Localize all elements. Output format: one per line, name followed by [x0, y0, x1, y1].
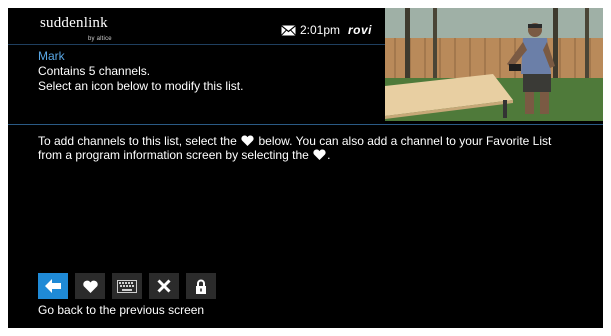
- rovi-logo-text: rovi: [348, 23, 373, 37]
- mail-icon: [281, 25, 296, 36]
- list-info: Mark Contains 5 channels. Select an icon…: [38, 49, 243, 94]
- video-preview-image: [385, 8, 603, 121]
- list-name: Mark: [38, 49, 65, 63]
- rovi-logo: rovi: [348, 22, 372, 38]
- instructions-part-1: To add channels to this list, select the: [38, 134, 237, 148]
- logo-text: suddenlink: [40, 15, 108, 31]
- back-button[interactable]: [38, 273, 68, 299]
- rename-button[interactable]: [112, 273, 142, 299]
- header-bar: suddenlink by altice 2:01pm rovi: [8, 8, 385, 45]
- selected-button-caption: Go back to the previous screen: [38, 303, 205, 317]
- heart-icon: [82, 280, 98, 293]
- heart-icon: [241, 135, 254, 146]
- video-preview: [385, 8, 603, 121]
- heart-icon: [313, 149, 326, 160]
- instructions-part-3: .: [327, 148, 331, 162]
- clock-time: 2:01pm: [300, 23, 341, 37]
- logo-byline: by altice: [88, 36, 112, 42]
- tv-screen: suddenlink by altice 2:01pm rovi Mark Co…: [8, 8, 603, 328]
- divider: [8, 124, 603, 125]
- suddenlink-logo: suddenlink by altice: [40, 15, 112, 42]
- modify-prompt: Select an icon below to modify this list…: [38, 79, 244, 93]
- lock-icon: [196, 279, 206, 294]
- close-icon: [157, 279, 171, 293]
- channel-count: Contains 5 channels.: [38, 64, 151, 78]
- instructions-text: To add channels to this list, select the…: [38, 134, 578, 162]
- delete-list-button[interactable]: [149, 273, 179, 299]
- keyboard-icon: [117, 279, 137, 293]
- add-channel-button[interactable]: [75, 273, 105, 299]
- lock-list-button[interactable]: [186, 273, 216, 299]
- back-arrow-icon: [45, 279, 61, 293]
